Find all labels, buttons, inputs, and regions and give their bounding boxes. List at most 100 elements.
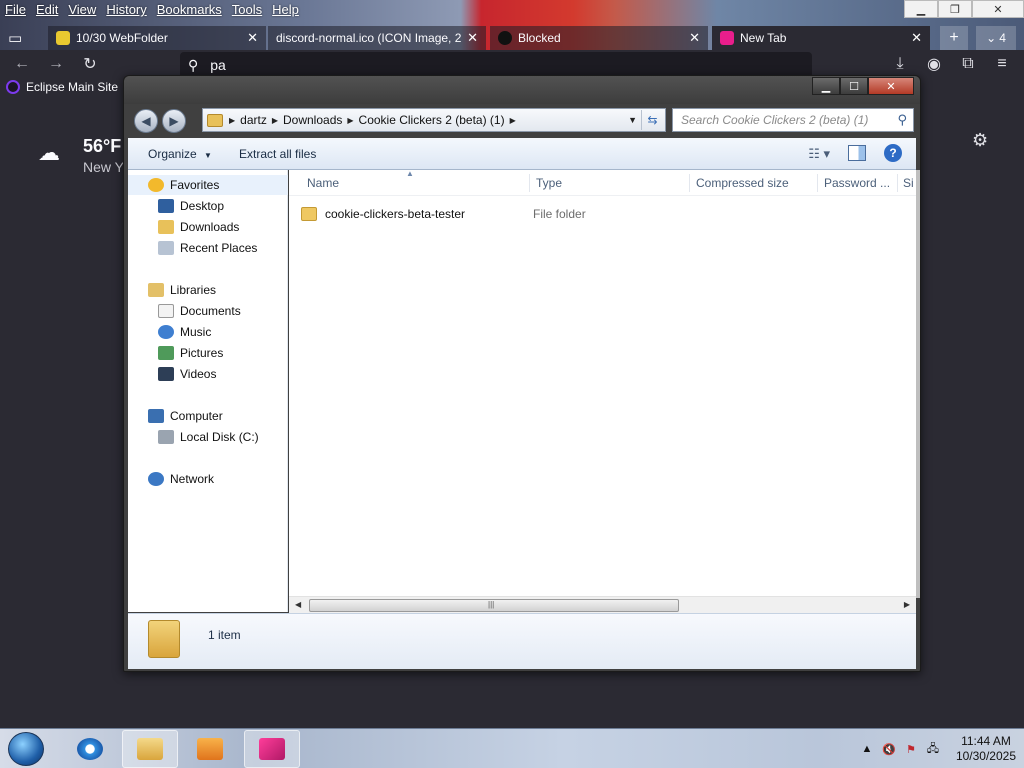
breadcrumb-downloads[interactable]: Downloads bbox=[283, 113, 342, 127]
forward-icon[interactable]: → bbox=[42, 50, 70, 78]
refresh-icon[interactable]: ⇆ bbox=[641, 110, 663, 130]
maximize-icon[interactable]: ☐ bbox=[840, 77, 868, 95]
column-type[interactable]: Type bbox=[536, 176, 562, 196]
action-center-flag-icon[interactable]: ⚑ bbox=[903, 741, 919, 757]
tab-count: 4 bbox=[999, 31, 1006, 45]
close-tab-icon[interactable]: ✕ bbox=[689, 30, 700, 46]
nav-recent-places[interactable]: Recent Places bbox=[128, 238, 288, 258]
column-size[interactable]: Si bbox=[903, 176, 914, 196]
back-icon[interactable]: ← bbox=[8, 50, 36, 78]
tab-webfolder[interactable]: 10/30 WebFolder ✕ bbox=[48, 26, 266, 50]
network-status-icon[interactable]: 🖧 bbox=[925, 741, 941, 757]
view-options-icon[interactable]: ☷ ▾ bbox=[808, 146, 830, 162]
menu-tools[interactable]: Tools bbox=[227, 0, 267, 20]
download-icon[interactable]: ⤓ bbox=[886, 50, 914, 78]
back-arrow-icon[interactable]: ◀ bbox=[134, 109, 158, 133]
tab-label: Blocked bbox=[518, 31, 561, 45]
taskbar-windows-explorer[interactable] bbox=[122, 730, 178, 768]
nav-downloads[interactable]: Downloads bbox=[128, 217, 288, 237]
nav-documents[interactable]: Documents bbox=[128, 301, 288, 321]
close-icon[interactable]: ✕ bbox=[972, 0, 1024, 18]
tab-overview-button[interactable]: ▭ bbox=[0, 26, 46, 50]
bookmark-eclipse-main-site[interactable]: Eclipse Main Site bbox=[6, 80, 118, 94]
search-input[interactable]: Search Cookie Clickers 2 (beta) (1) ⚲ bbox=[672, 108, 914, 132]
horizontal-scrollbar[interactable]: ◀ ||| ▶ bbox=[289, 596, 916, 613]
nav-favorites[interactable]: Favorites bbox=[128, 175, 288, 195]
list-item[interactable]: cookie-clickers-beta-tester File folder bbox=[301, 204, 901, 224]
scroll-right-icon[interactable]: ▶ bbox=[904, 600, 910, 609]
nav-music[interactable]: Music bbox=[128, 322, 288, 342]
music-icon bbox=[158, 325, 174, 339]
tab-discord-icon[interactable]: discord-normal.ico (ICON Image, 2 ✕ bbox=[268, 26, 486, 50]
address-bar[interactable]: ▶ dartz ▶ Downloads ▶ Cookie Clickers 2 … bbox=[202, 108, 666, 132]
chevron-right-icon[interactable]: ▶ bbox=[272, 116, 278, 125]
column-divider[interactable] bbox=[529, 174, 530, 192]
plus-icon: + bbox=[949, 29, 959, 46]
nav-libraries[interactable]: Libraries bbox=[128, 280, 288, 300]
close-tab-icon[interactable]: ✕ bbox=[247, 30, 258, 46]
column-divider[interactable] bbox=[817, 174, 818, 192]
tray-expand-icon[interactable]: ▲ bbox=[859, 741, 875, 757]
menu-bookmarks[interactable]: Bookmarks bbox=[152, 0, 227, 20]
chevron-right-icon[interactable]: ▶ bbox=[347, 116, 353, 125]
account-icon[interactable]: ◉ bbox=[920, 50, 948, 78]
breadcrumb-dartz[interactable]: dartz bbox=[240, 113, 267, 127]
minimize-icon[interactable]: ▁ bbox=[904, 0, 938, 18]
windows-start-icon[interactable] bbox=[8, 732, 44, 766]
address-dropdown-icon[interactable]: ▼ bbox=[628, 115, 637, 125]
minimize-icon[interactable]: ▁ bbox=[812, 77, 840, 95]
taskbar-browser[interactable] bbox=[244, 730, 300, 768]
column-name[interactable]: Name bbox=[307, 176, 339, 196]
search-placeholder: Search Cookie Clickers 2 (beta) (1) bbox=[681, 113, 869, 127]
scrollbar-thumb[interactable]: ||| bbox=[309, 599, 679, 612]
network-icon bbox=[148, 472, 164, 486]
close-icon[interactable]: ✕ bbox=[868, 77, 914, 95]
taskbar-media-player[interactable] bbox=[182, 730, 238, 768]
help-icon[interactable]: ? bbox=[884, 144, 902, 162]
close-tab-icon[interactable]: ✕ bbox=[467, 30, 478, 46]
menu-edit[interactable]: Edit bbox=[31, 0, 63, 20]
magnifier-icon[interactable]: ⚲ bbox=[897, 112, 907, 128]
column-divider[interactable] bbox=[689, 174, 690, 192]
explorer-titlebar[interactable]: ▁ ☐ ✕ bbox=[124, 76, 920, 104]
extract-all-button[interactable]: Extract all files bbox=[239, 147, 316, 161]
clock[interactable]: 11:44 AM 10/30/2025 bbox=[956, 734, 1016, 764]
nav-label: Downloads bbox=[180, 220, 240, 234]
nav-local-disk[interactable]: Local Disk (C:) bbox=[128, 427, 288, 447]
menu-history[interactable]: History bbox=[101, 0, 151, 20]
vertical-scrollbar-edge bbox=[916, 170, 920, 598]
preview-pane-icon[interactable] bbox=[848, 145, 866, 161]
new-tab-button[interactable]: + bbox=[940, 26, 968, 50]
extensions-icon[interactable]: ⧉ bbox=[954, 50, 982, 78]
nav-pictures[interactable]: Pictures bbox=[128, 343, 288, 363]
desktop-icon bbox=[158, 199, 174, 213]
gear-icon[interactable]: ⚙ bbox=[972, 130, 988, 151]
close-tab-icon[interactable]: ✕ bbox=[911, 30, 922, 46]
reload-icon[interactable]: ↻ bbox=[76, 50, 104, 78]
column-divider[interactable] bbox=[897, 174, 898, 192]
nav-network[interactable]: Network bbox=[128, 469, 288, 489]
chevron-right-icon[interactable]: ▶ bbox=[510, 116, 516, 125]
tab-list-button[interactable]: ⌄ 4 bbox=[976, 26, 1016, 50]
column-password[interactable]: Password ... bbox=[824, 176, 890, 196]
tab-new-tab[interactable]: New Tab ✕ bbox=[712, 26, 930, 50]
restore-icon[interactable]: ❐ bbox=[938, 0, 972, 18]
taskbar-internet-explorer[interactable] bbox=[62, 730, 118, 768]
browser-logo-icon bbox=[259, 738, 285, 760]
scroll-left-icon[interactable]: ◀ bbox=[295, 600, 301, 609]
menu-help[interactable]: Help bbox=[267, 0, 304, 20]
nav-desktop[interactable]: Desktop bbox=[128, 196, 288, 216]
menu-file[interactable]: File bbox=[0, 0, 31, 20]
breadcrumb-cookie-clickers[interactable]: Cookie Clickers 2 (beta) (1) bbox=[359, 113, 505, 127]
hamburger-menu-icon[interactable]: ≡ bbox=[988, 50, 1016, 78]
organize-button[interactable]: Organize ▼ bbox=[148, 147, 212, 161]
speaker-muted-icon[interactable]: 🔇 bbox=[881, 741, 897, 757]
column-compressed-size[interactable]: Compressed size bbox=[696, 176, 789, 196]
nav-videos[interactable]: Videos bbox=[128, 364, 288, 384]
sort-ascending-icon: ▲ bbox=[406, 169, 414, 178]
forward-arrow-icon[interactable]: ▶ bbox=[162, 109, 186, 133]
pictures-icon bbox=[158, 346, 174, 360]
nav-computer[interactable]: Computer bbox=[128, 406, 288, 426]
menu-view[interactable]: View bbox=[63, 0, 101, 20]
tab-blocked[interactable]: Blocked ✕ bbox=[490, 26, 708, 50]
